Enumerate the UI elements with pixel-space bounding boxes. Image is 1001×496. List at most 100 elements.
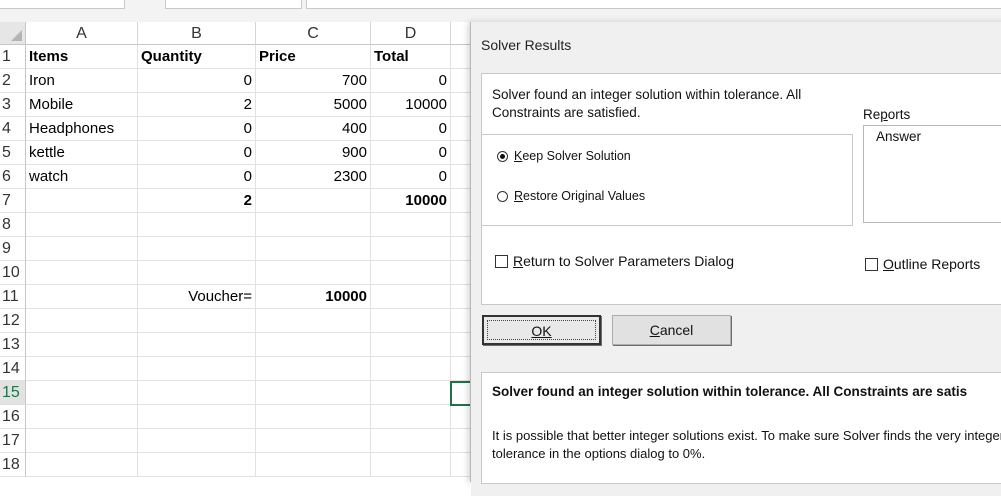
return-to-parameters-checkbox[interactable]: Return to Solver Parameters Dialog	[495, 253, 734, 269]
empty-cell[interactable]	[26, 381, 138, 405]
ok-button[interactable]: OK	[482, 315, 601, 345]
empty-cell[interactable]	[138, 261, 256, 285]
cell-a4[interactable]: Headphones	[26, 117, 138, 141]
row-header-15[interactable]: 15	[0, 381, 26, 405]
cell-c5[interactable]: 900	[256, 141, 371, 165]
outline-checkbox-box[interactable]	[865, 257, 878, 271]
row-header-6[interactable]: 6	[0, 165, 26, 189]
cell-b2[interactable]: 0	[138, 69, 256, 93]
empty-cell[interactable]	[371, 429, 451, 453]
radio-unselected-icon[interactable]	[497, 190, 508, 202]
column-header-b[interactable]: B	[138, 22, 256, 45]
row-header-8[interactable]: 8	[0, 213, 26, 237]
row-header-10[interactable]: 10	[0, 261, 26, 285]
row-header-14[interactable]: 14	[0, 357, 26, 381]
empty-cell[interactable]	[256, 261, 371, 285]
empty-cell[interactable]	[371, 381, 451, 405]
empty-cell[interactable]	[256, 189, 371, 213]
cell-c2[interactable]: 700	[256, 69, 371, 93]
reports-listbox[interactable]: Answer	[863, 125, 1001, 223]
empty-cell[interactable]	[451, 45, 471, 69]
empty-cell[interactable]	[451, 453, 471, 477]
cell-a6[interactable]: watch	[26, 165, 138, 189]
row-header-3[interactable]: 3	[0, 93, 26, 117]
cell-b6[interactable]: 0	[138, 165, 256, 189]
cell-c1[interactable]: Price	[256, 45, 371, 69]
empty-cell[interactable]	[371, 453, 451, 477]
empty-cell[interactable]	[451, 333, 471, 357]
column-header-d[interactable]: D	[371, 22, 451, 45]
empty-cell[interactable]	[451, 213, 471, 237]
empty-cell[interactable]	[371, 357, 451, 381]
empty-cell[interactable]	[256, 333, 371, 357]
cell-d6[interactable]: 0	[371, 165, 451, 189]
cell-d4[interactable]: 0	[371, 117, 451, 141]
cell-b7-total-quantity[interactable]: 2	[138, 189, 256, 213]
cell-b11-voucher-label[interactable]: Voucher=	[138, 285, 256, 309]
cell-c11-voucher-value[interactable]: 10000	[256, 285, 371, 309]
empty-cell[interactable]	[138, 357, 256, 381]
cell-d5[interactable]: 0	[371, 141, 451, 165]
cell-b5[interactable]: 0	[138, 141, 256, 165]
empty-cell[interactable]	[138, 453, 256, 477]
empty-cell[interactable]	[451, 93, 471, 117]
return-checkbox-box[interactable]	[495, 254, 508, 268]
empty-cell[interactable]	[26, 429, 138, 453]
empty-cell[interactable]	[256, 357, 371, 381]
empty-cell[interactable]	[26, 453, 138, 477]
empty-cell[interactable]	[451, 141, 471, 165]
cell-b1[interactable]: Quantity	[138, 45, 256, 69]
empty-cell[interactable]	[451, 189, 471, 213]
empty-cell[interactable]	[371, 213, 451, 237]
empty-cell[interactable]	[26, 405, 138, 429]
empty-cell[interactable]	[451, 405, 471, 429]
empty-cell[interactable]	[451, 237, 471, 261]
row-header-11[interactable]: 11	[0, 285, 26, 309]
empty-cell[interactable]	[26, 357, 138, 381]
cell-a1[interactable]: Items	[26, 45, 138, 69]
empty-cell[interactable]	[256, 453, 371, 477]
empty-cell[interactable]	[451, 285, 471, 309]
empty-cell[interactable]	[138, 405, 256, 429]
empty-cell[interactable]	[256, 309, 371, 333]
outline-reports-checkbox[interactable]: Outline Reports	[865, 256, 980, 272]
cell-a3[interactable]: Mobile	[26, 93, 138, 117]
row-header-5[interactable]: 5	[0, 141, 26, 165]
row-header-12[interactable]: 12	[0, 309, 26, 333]
row-header-18[interactable]: 18	[0, 453, 26, 477]
empty-cell[interactable]	[138, 237, 256, 261]
empty-cell[interactable]	[451, 165, 471, 189]
empty-cell[interactable]	[451, 357, 471, 381]
name-box[interactable]	[0, 0, 125, 9]
empty-cell[interactable]	[451, 429, 471, 453]
empty-cell[interactable]	[371, 261, 451, 285]
row-header-13[interactable]: 13	[0, 333, 26, 357]
empty-cell[interactable]	[138, 429, 256, 453]
formula-buttons[interactable]	[165, 0, 302, 9]
empty-cell[interactable]	[256, 237, 371, 261]
column-header-e[interactable]	[451, 22, 471, 45]
cell-d3[interactable]: 10000	[371, 93, 451, 117]
row-header-1[interactable]: 1	[0, 45, 26, 69]
empty-cell[interactable]	[256, 381, 371, 405]
formula-input[interactable]	[306, 0, 1001, 9]
row-header-4[interactable]: 4	[0, 117, 26, 141]
select-all-corner[interactable]	[0, 22, 26, 45]
empty-cell[interactable]	[451, 309, 471, 333]
empty-cell[interactable]	[26, 309, 138, 333]
active-cell-e15[interactable]	[450, 381, 472, 406]
cell-d2[interactable]: 0	[371, 69, 451, 93]
cell-b4[interactable]: 0	[138, 117, 256, 141]
empty-cell[interactable]	[371, 405, 451, 429]
cell-d7-grand-total[interactable]: 10000	[371, 189, 451, 213]
empty-cell[interactable]	[451, 69, 471, 93]
column-header-a[interactable]: A	[26, 22, 138, 45]
empty-cell[interactable]	[26, 213, 138, 237]
empty-cell[interactable]	[26, 285, 138, 309]
empty-cell[interactable]	[26, 261, 138, 285]
empty-cell[interactable]	[138, 213, 256, 237]
report-item-answer[interactable]: Answer	[876, 129, 921, 144]
cell-c4[interactable]: 400	[256, 117, 371, 141]
row-header-2[interactable]: 2	[0, 69, 26, 93]
column-header-c[interactable]: C	[256, 22, 371, 45]
